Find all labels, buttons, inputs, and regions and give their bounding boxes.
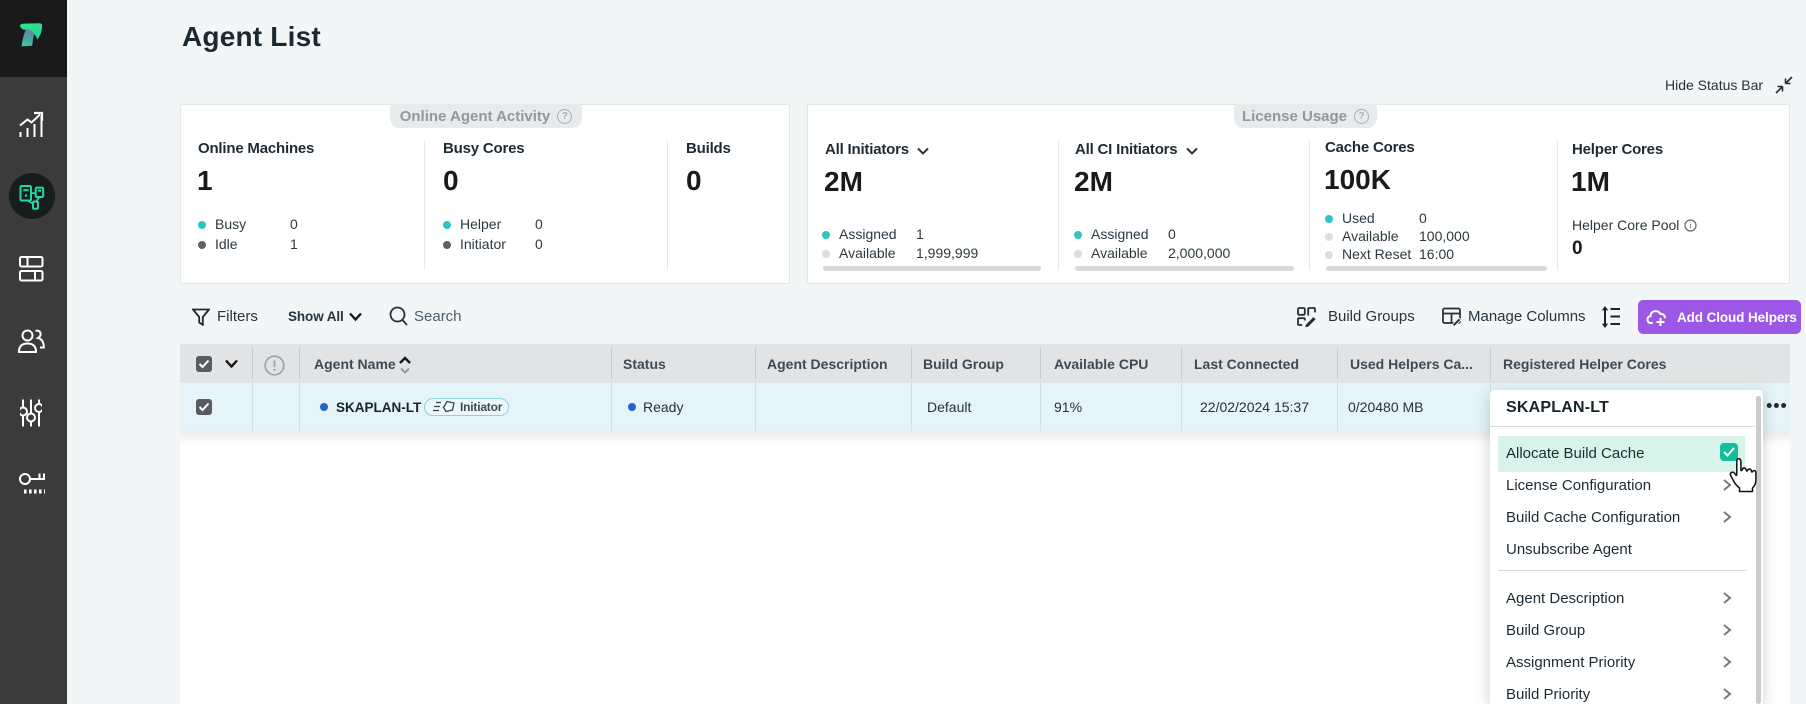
svg-text:i: i: [1690, 222, 1692, 231]
